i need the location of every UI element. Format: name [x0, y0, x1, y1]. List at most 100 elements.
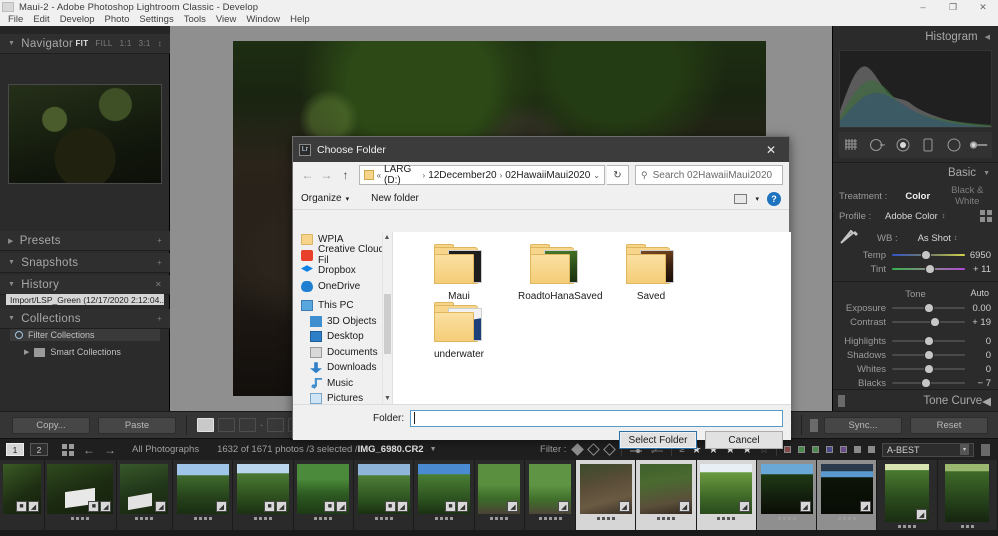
change-view-icon[interactable]	[734, 193, 748, 204]
histogram-panel-header[interactable]: Histogram ◀	[833, 26, 998, 48]
filmstrip-item[interactable]: ■ ◢	[0, 460, 44, 530]
zoom-stepper-icon[interactable]: ↕	[158, 39, 162, 48]
history-entry[interactable]: Import/LSP_Green (12/17/2020 2:12:04...	[6, 294, 164, 305]
edited-badge-icon[interactable]: ◢	[618, 501, 630, 512]
sidebar-item-desktop[interactable]: Desktop	[293, 329, 392, 345]
folder-item[interactable]: RoadtoHanaSaved	[507, 244, 603, 302]
slider-exposure[interactable]	[892, 302, 965, 314]
slider-highlights[interactable]	[892, 335, 965, 347]
folder-item[interactable]: Saved	[603, 244, 699, 302]
scroll-up-icon[interactable]: ▲	[383, 232, 391, 243]
back-arrow-icon[interactable]: ←	[83, 443, 95, 457]
address-dropdown-icon[interactable]: ⌄	[593, 171, 600, 180]
filmstrip-item[interactable]: ■ ◢	[44, 460, 116, 530]
chevron-down-icon[interactable]: ▼	[983, 170, 990, 177]
address-bar[interactable]: « LARG (D:) › 12December20 › 02HawaiiMau…	[359, 164, 605, 186]
sync-switch-icon[interactable]	[810, 418, 818, 432]
wb-stepper-icon[interactable]: ↕	[954, 235, 958, 242]
menu-item-settings[interactable]: Settings	[134, 14, 178, 26]
edited-badge-icon[interactable]: ◢	[215, 501, 227, 512]
histogram-graph[interactable]	[839, 50, 992, 128]
crop-badge-icon[interactable]: ■	[15, 501, 27, 512]
back-button[interactable]: ←	[299, 165, 316, 185]
edited-badge-icon[interactable]: ◢	[396, 501, 408, 512]
slider-blacks[interactable]	[892, 377, 965, 389]
crop-badge-icon[interactable]: ■	[324, 501, 336, 512]
red-eye-tool-icon[interactable]	[893, 136, 913, 154]
collections-panel-header[interactable]: ▼ Collections +	[0, 309, 170, 329]
edited-badge-icon[interactable]: ◢	[336, 501, 348, 512]
filmstrip-item-selected[interactable]: ◢	[576, 460, 636, 530]
profile-value[interactable]: Adobe Color	[885, 211, 938, 222]
color-label-none[interactable]	[854, 446, 861, 453]
color-label-purple[interactable]	[840, 446, 847, 453]
slider-value-tint[interactable]: + 11	[965, 264, 991, 275]
filmstrip-item[interactable]: ◢	[474, 460, 525, 530]
reset-button[interactable]: Reset	[910, 416, 988, 434]
slider-shadows[interactable]	[892, 349, 965, 361]
eyedropper-icon[interactable]	[839, 229, 865, 247]
navigator-panel-header[interactable]: ▼ Navigator FIT FILL 1:1 3:1 ↕	[0, 34, 170, 54]
sidebar-item-3d-objects[interactable]: 3D Objects	[293, 314, 392, 330]
page-indicator-1[interactable]: 1	[6, 443, 24, 456]
folder-list[interactable]: Lr Maui RoadtoHanaSaved	[393, 232, 791, 404]
slider-whites[interactable]	[892, 363, 965, 375]
filmstrip-item[interactable]: ◢	[116, 460, 173, 530]
edited-badge-icon[interactable]: ◢	[155, 501, 167, 512]
presets-add-button[interactable]: +	[157, 236, 162, 245]
tone-auto-button[interactable]: Auto	[970, 288, 989, 298]
slider-value-contrast[interactable]: + 19	[965, 317, 991, 328]
dialog-close-button[interactable]: ✕	[759, 143, 783, 157]
crop-tool-icon[interactable]	[842, 136, 862, 154]
chevron-down-icon[interactable]: ▾	[755, 195, 759, 203]
edited-badge-icon[interactable]: ◢	[799, 501, 811, 512]
edited-badge-icon[interactable]: ◢	[27, 501, 39, 512]
label-filter-select[interactable]: A-BEST ▾	[882, 442, 974, 457]
before-after-tb-button[interactable]	[267, 418, 284, 432]
slider-value-exposure[interactable]: 0.00	[965, 303, 992, 314]
color-label-green-2[interactable]	[812, 446, 819, 453]
filmstrip-item[interactable]: ◢	[877, 460, 937, 530]
edited-badge-icon[interactable]: ◢	[859, 501, 871, 512]
sync-button[interactable]: Sync...	[824, 416, 902, 434]
folder-input[interactable]	[410, 409, 783, 427]
navigator-preview[interactable]	[8, 84, 162, 184]
filter-collections-row[interactable]: Filter Collections	[10, 329, 160, 341]
scroll-down-icon[interactable]: ▼	[383, 393, 392, 404]
edited-badge-icon[interactable]: ◢	[100, 501, 112, 512]
before-after-lr-split-button[interactable]	[239, 418, 256, 432]
crop-badge-icon[interactable]: ■	[88, 501, 100, 512]
menu-item-window[interactable]: Window	[241, 14, 285, 26]
up-button[interactable]: ↑	[337, 165, 354, 185]
snapshots-add-button[interactable]: +	[157, 258, 162, 267]
slider-contrast[interactable]	[892, 316, 965, 328]
crop-badge-icon[interactable]: ■	[444, 501, 456, 512]
treatment-option-color[interactable]: Color	[893, 191, 943, 202]
edited-badge-icon[interactable]: ◢	[678, 501, 690, 512]
zoom-3-1[interactable]: 3:1	[139, 39, 151, 48]
sidebar-scrollbar[interactable]: ▲ ▼	[382, 232, 391, 404]
sidebar-item-documents[interactable]: Documents	[293, 345, 392, 361]
breadcrumb-item-folder2[interactable]: 02HawaiiMaui2020	[505, 170, 590, 181]
choose-folder-dialog[interactable]: Lr Choose Folder ✕ ← → ↑ « LARG (D:) › 1…	[292, 136, 791, 449]
slider-tint[interactable]	[892, 263, 965, 275]
spot-removal-tool-icon[interactable]	[867, 136, 887, 154]
sidebar-item-this-pc[interactable]: This PC	[293, 298, 392, 314]
basic-panel-header[interactable]: Basic ▼	[833, 163, 998, 183]
menu-item-develop[interactable]: Develop	[55, 14, 100, 26]
minimize-button[interactable]: –	[908, 0, 938, 14]
refresh-button[interactable]: ↻	[607, 165, 629, 185]
select-folder-button[interactable]: Select Folder	[619, 431, 697, 449]
maximize-button[interactable]: ❐	[938, 0, 968, 14]
edited-badge-icon[interactable]: ◢	[916, 509, 928, 520]
cancel-button[interactable]: Cancel	[705, 431, 783, 449]
filmstrip-item[interactable]: ■ ◢	[293, 460, 354, 530]
profile-browser-icon[interactable]	[980, 210, 992, 222]
snapshots-panel-header[interactable]: ▼ Snapshots +	[0, 253, 170, 273]
zoom-1-1[interactable]: 1:1	[120, 39, 132, 48]
filmstrip-item[interactable]: ■ ◢	[414, 460, 474, 530]
adjustment-brush-tool-icon[interactable]	[969, 136, 989, 154]
paste-button[interactable]: Paste	[98, 416, 176, 434]
history-clear-icon[interactable]: ✕	[155, 280, 162, 289]
chevron-updown-icon[interactable]: ▾	[960, 444, 969, 455]
